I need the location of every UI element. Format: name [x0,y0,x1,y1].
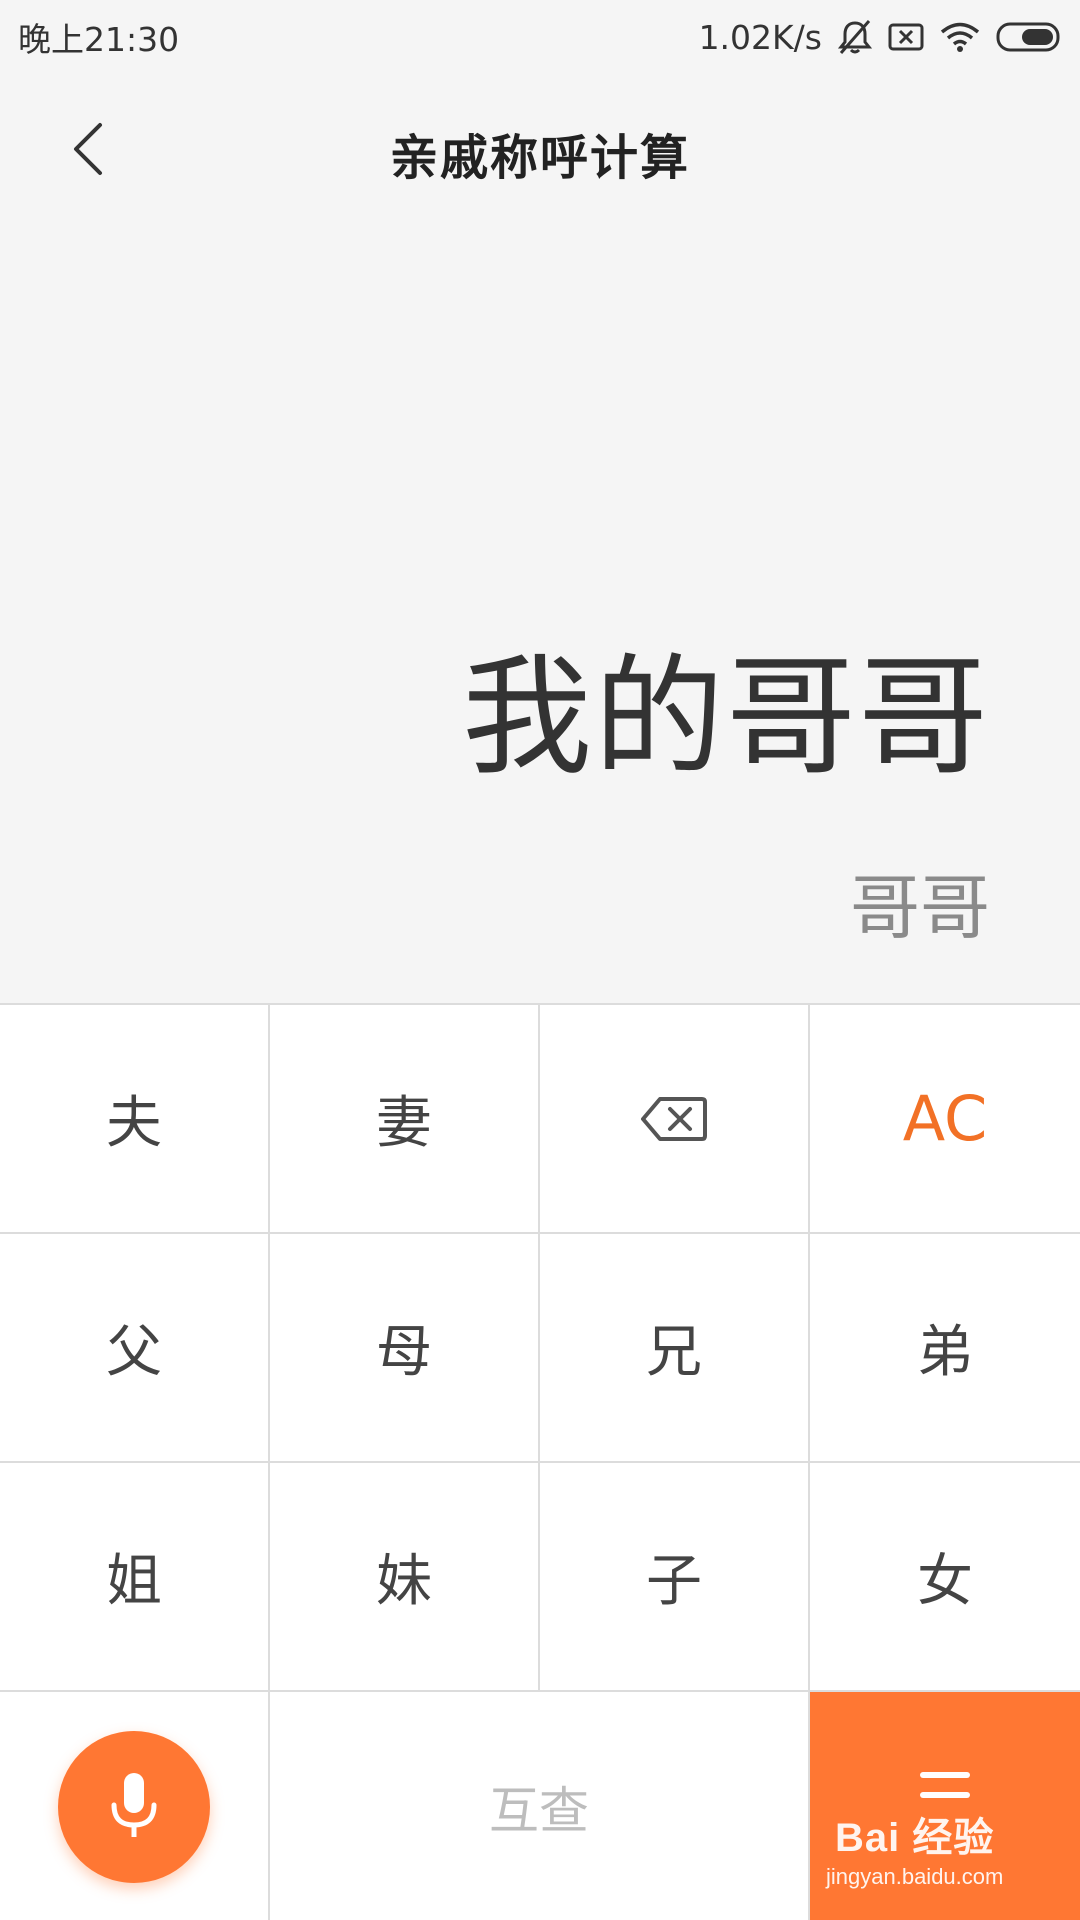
key-daughter[interactable]: 女 [810,1463,1080,1692]
mute-bell-icon [838,19,872,55]
key-elder-brother[interactable]: 兄 [540,1234,810,1463]
sim-off-icon [888,22,924,52]
status-time: 晚上21:30 [18,20,180,59]
relation-result: 哥哥 [850,867,990,949]
backspace-button[interactable] [540,1005,810,1234]
header: 亲戚称呼计算 [0,74,1080,226]
watermark-logo: Bai 经验 [834,1816,995,1860]
watermark-url: jingyan.baidu.com [826,1864,1004,1889]
page-title: 亲戚称呼计算 [389,130,690,186]
key-younger-sister[interactable]: 妹 [270,1463,540,1692]
key-father[interactable]: 父 [0,1234,270,1463]
key-son[interactable]: 子 [540,1463,810,1692]
net-speed: 1.02K/s [698,17,822,57]
wifi-icon [940,21,980,53]
status-bar: 晚上21:30 1.02K/s [0,0,1080,74]
key-wife[interactable]: 妻 [270,1005,540,1234]
keypad: 夫 妻 AC 父 母 兄 弟 姐 妹 子 女 互查 [0,1003,1080,1920]
status-indicators: 1.02K/s [699,18,1062,57]
key-younger-brother[interactable]: 弟 [810,1234,1080,1463]
lookup-button[interactable]: 互查 [270,1692,810,1920]
key-husband[interactable]: 夫 [0,1005,270,1234]
battery-icon [996,21,1062,53]
key-elder-sister[interactable]: 姐 [0,1463,270,1692]
baidu-jingyan-watermark: Bai 经验 jingyan.baidu.com [826,1818,1003,1888]
voice-input-button[interactable] [58,1731,210,1883]
relation-expression: 我的哥哥 [461,641,990,793]
microphone-icon [111,1773,157,1837]
clear-all-button[interactable]: AC [810,1005,1080,1234]
backspace-icon [641,1096,707,1141]
equals-icon [920,1772,970,1798]
mic-cell [0,1692,270,1920]
key-mother[interactable]: 母 [270,1234,540,1463]
